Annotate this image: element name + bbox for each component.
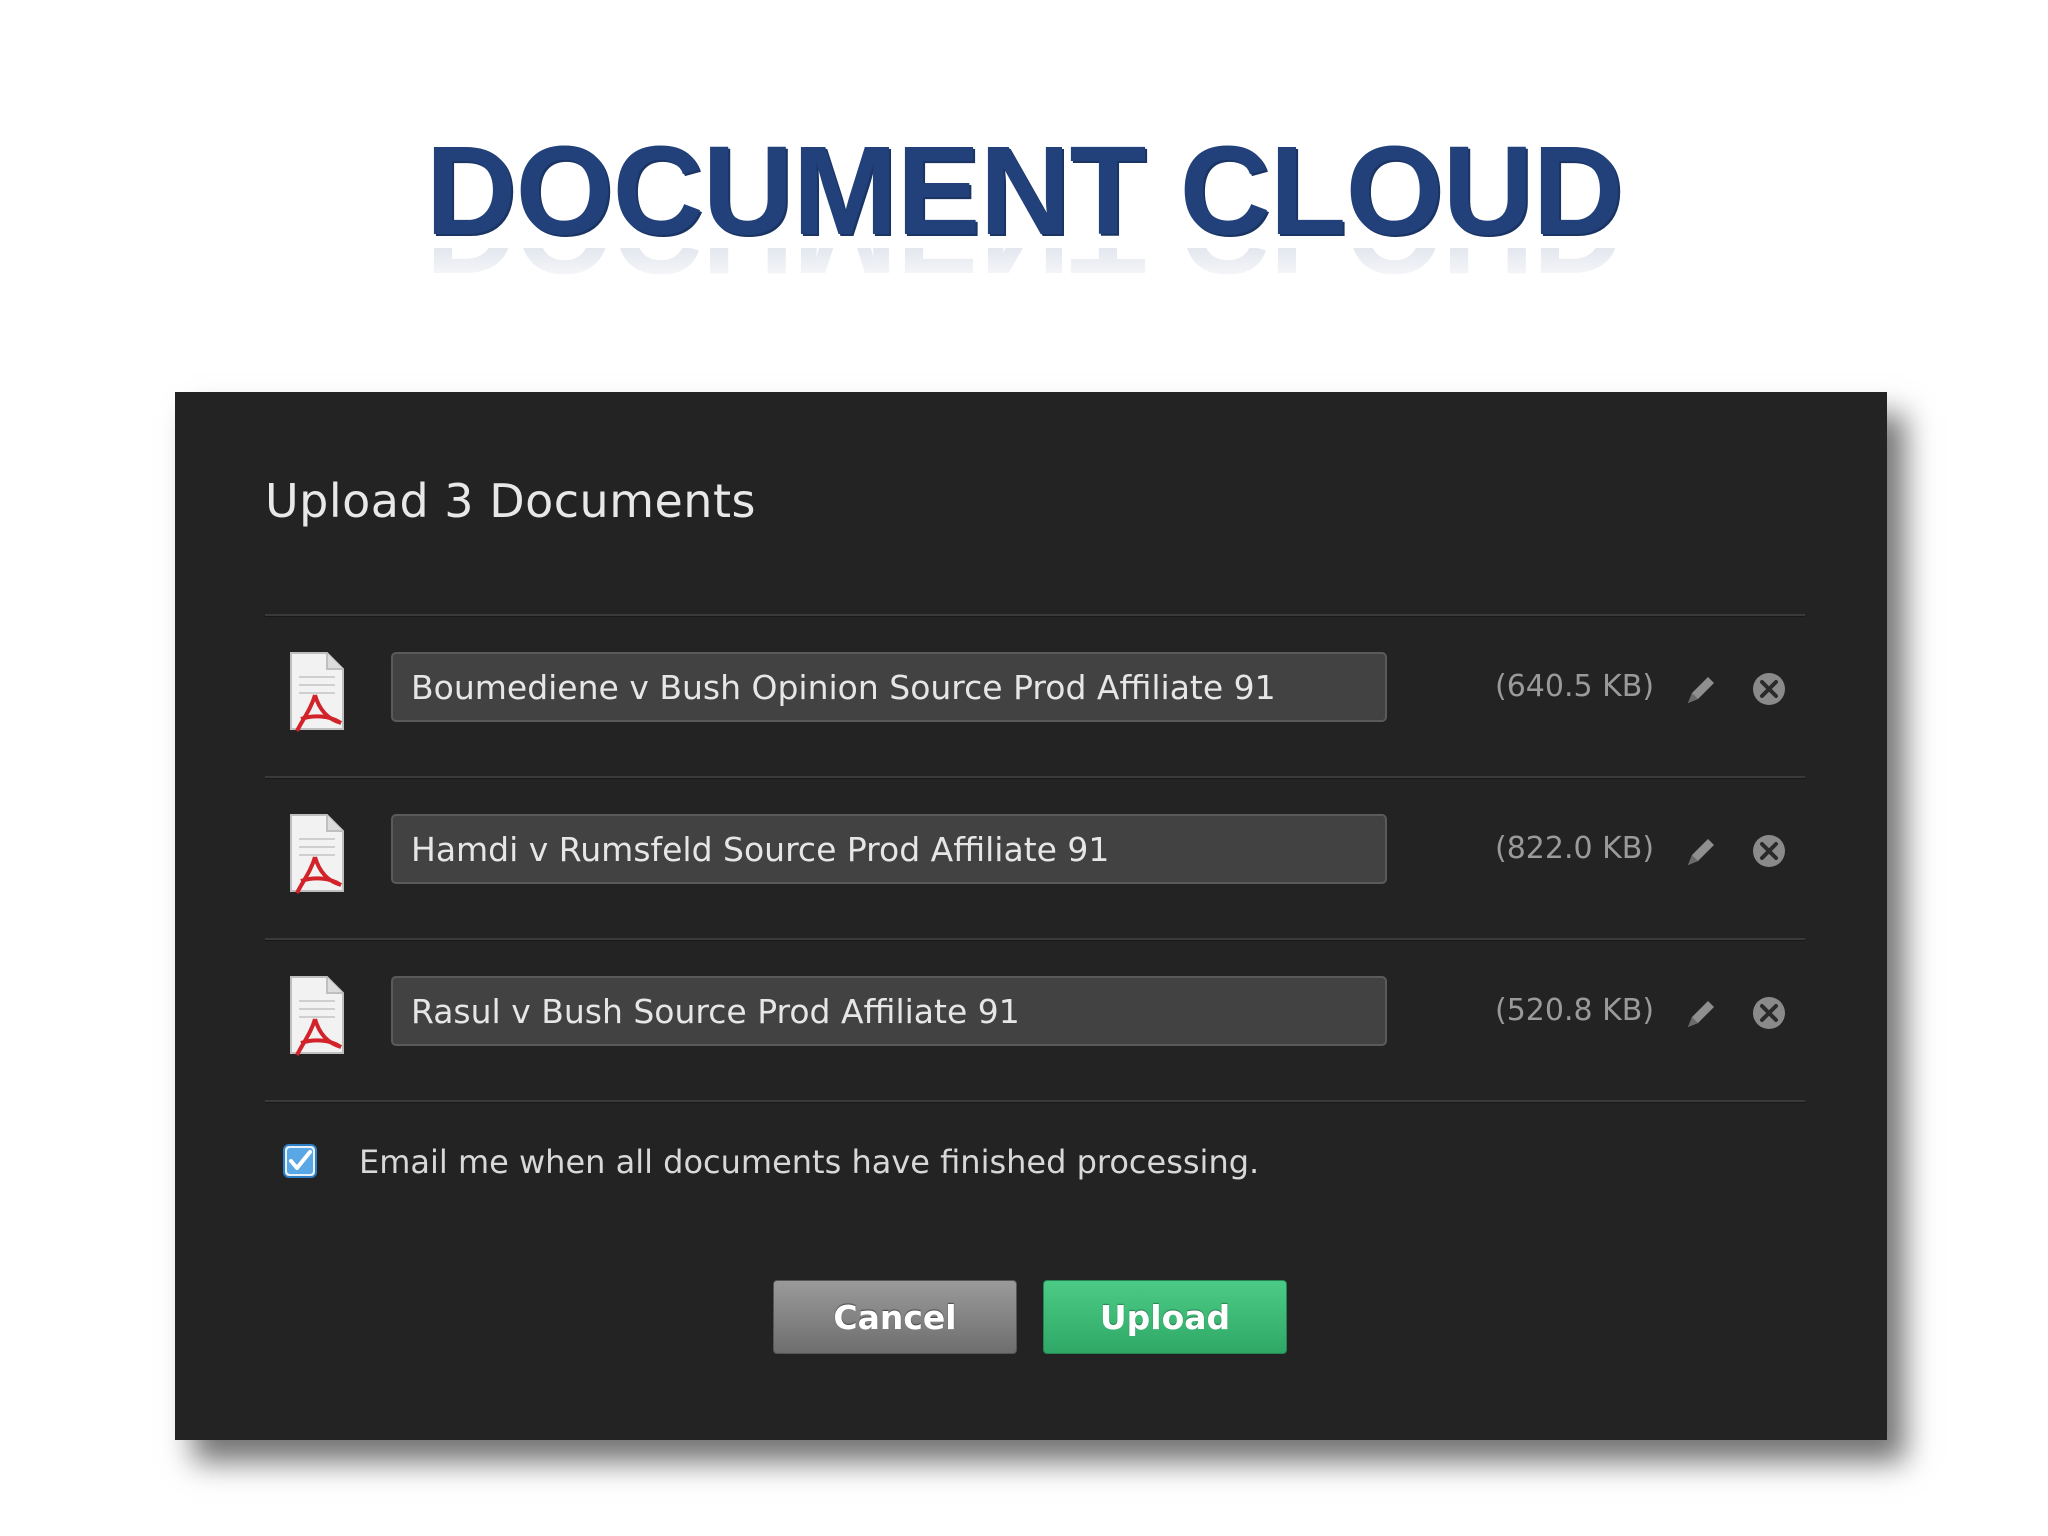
- slide-title: DOCUMENT CLOUD: [425, 120, 1624, 261]
- pdf-file-icon: [290, 976, 344, 1056]
- file-row: (640.5 KB): [265, 617, 1805, 776]
- file-size: (822.0 KB): [1495, 831, 1655, 866]
- email-option-label: Email me when all documents have finishe…: [359, 1143, 1260, 1181]
- remove-icon[interactable]: [1751, 995, 1787, 1031]
- divider: [265, 1100, 1805, 1103]
- pdf-file-icon: [290, 814, 344, 894]
- slide-title-reflection: DOCUMENT CLOUD: [0, 248, 2048, 292]
- file-name-input[interactable]: [391, 976, 1387, 1046]
- pencil-icon[interactable]: [1684, 833, 1720, 869]
- file-name-input[interactable]: [391, 814, 1387, 884]
- email-checkbox[interactable]: [283, 1144, 317, 1178]
- upload-dialog: Upload 3 Documents (640.5 KB): [175, 392, 1887, 1440]
- pdf-file-icon: [290, 652, 344, 732]
- pencil-icon[interactable]: [1684, 671, 1720, 707]
- file-list: (640.5 KB) (822.0 KB): [265, 614, 1805, 1103]
- remove-icon[interactable]: [1751, 671, 1787, 707]
- pencil-icon[interactable]: [1684, 995, 1720, 1031]
- file-name-input[interactable]: [391, 652, 1387, 722]
- cancel-button[interactable]: Cancel: [773, 1280, 1017, 1354]
- file-row: (520.8 KB): [265, 941, 1805, 1100]
- upload-button[interactable]: Upload: [1043, 1280, 1287, 1354]
- file-size: (640.5 KB): [1495, 669, 1655, 704]
- remove-icon[interactable]: [1751, 833, 1787, 869]
- file-row: (822.0 KB): [265, 779, 1805, 938]
- dialog-title: Upload 3 Documents: [265, 474, 756, 528]
- file-size: (520.8 KB): [1495, 993, 1655, 1028]
- slide-title-block: DOCUMENT CLOUD DOCUMENT CLOUD: [0, 120, 2048, 293]
